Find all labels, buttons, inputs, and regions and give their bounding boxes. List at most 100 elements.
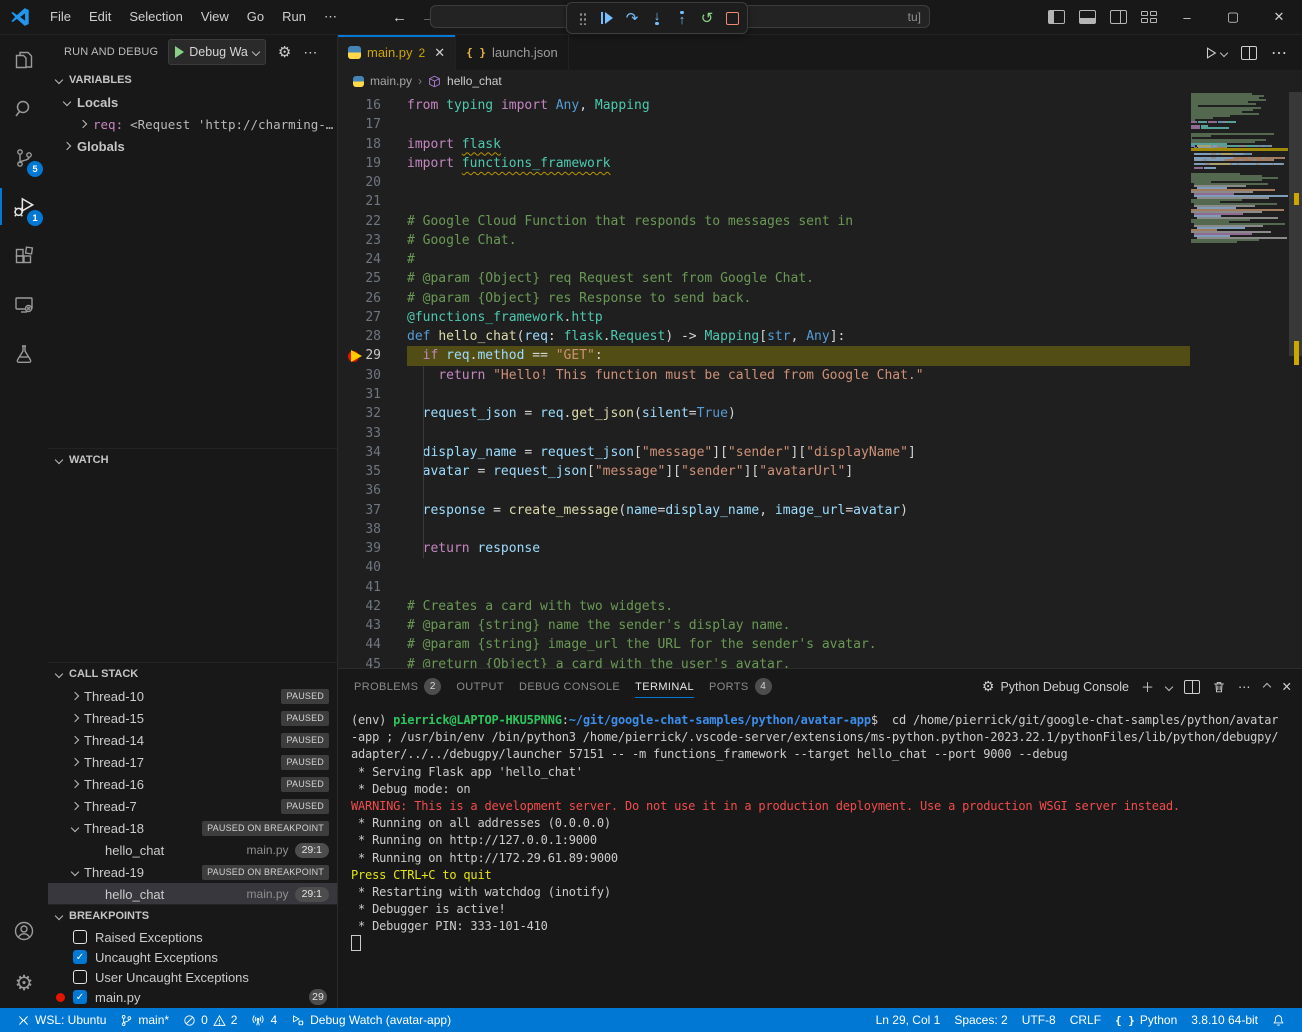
call-stack-thread-row[interactable]: Thread-15PAUSED	[48, 707, 337, 729]
toolbar-grip[interactable]	[572, 8, 592, 28]
breakpoint-row[interactable]: ✓Uncaught Exceptions	[48, 947, 337, 967]
code-line[interactable]: 27@functions_framework.http	[338, 308, 1302, 327]
statusbar-item[interactable]: Debug Watch (avatar-app)	[284, 1008, 458, 1032]
code-line[interactable]: 24#	[338, 250, 1302, 269]
breadcrumb-symbol[interactable]: hello_chat	[447, 74, 502, 88]
activitybar-source-control[interactable]: 5	[0, 133, 48, 182]
variables-scope-row[interactable]: Globals	[48, 135, 337, 157]
panel-tab-ports[interactable]: PORTS4	[709, 669, 772, 704]
breakpoint-checkbox[interactable]: ✓	[73, 990, 87, 1004]
call-stack-thread-row[interactable]: Thread-19PAUSED ON BREAKPOINT	[48, 861, 337, 883]
code-line[interactable]: 31	[338, 385, 1302, 404]
code-line[interactable]: 17	[338, 115, 1302, 134]
code-line[interactable]: 44# @param {string} image_url the URL fo…	[338, 635, 1302, 654]
code-editor[interactable]: 16from typing import Any, Mapping1718imp…	[338, 92, 1302, 668]
breakpoint-row[interactable]: Raised Exceptions	[48, 927, 337, 947]
step-over-button[interactable]: ↷	[622, 8, 642, 28]
menu-item-selection[interactable]: Selection	[120, 9, 191, 25]
statusbar-item[interactable]: Ln 29, Col 1	[869, 1013, 948, 1027]
panel-tab-problems[interactable]: PROBLEMS2	[354, 669, 441, 704]
code-line[interactable]: 39 return response	[338, 539, 1302, 558]
new-terminal-icon[interactable]: ＋	[1141, 677, 1154, 696]
statusbar-item[interactable]: UTF-8	[1015, 1013, 1063, 1027]
tab-main-py[interactable]: main.py 2 ✕	[338, 35, 456, 70]
breakpoint-checkbox[interactable]	[73, 970, 87, 984]
toggle-sidebar-icon[interactable]	[1048, 10, 1065, 24]
activitybar-explorer[interactable]	[0, 35, 48, 84]
close-button[interactable]: ✕	[1256, 0, 1302, 34]
variables-scope-row[interactable]: Locals	[48, 91, 337, 113]
panel-tab-output[interactable]: OUTPUT	[456, 669, 504, 704]
debug-settings-gear-icon[interactable]: ⚙	[278, 43, 291, 61]
call-stack-thread-row[interactable]: Thread-7PAUSED	[48, 795, 337, 817]
code-line[interactable]: 41	[338, 578, 1302, 597]
continue-button[interactable]	[597, 8, 617, 28]
breakpoints-header[interactable]: BREAKPOINTS	[48, 904, 337, 927]
variable-row[interactable]: req:<Request 'http://charming-tro…	[48, 113, 337, 135]
step-out-button[interactable]: ↑	[672, 8, 692, 28]
kill-terminal-trash-icon[interactable]	[1212, 680, 1226, 694]
tab-close-icon[interactable]: ✕	[434, 45, 445, 61]
variables-header[interactable]: VARIABLES	[48, 69, 337, 91]
code-line[interactable]: 43# @param {string} name the sender's di…	[338, 616, 1302, 635]
code-line[interactable]: 34 display_name = request_json["message"…	[338, 443, 1302, 462]
watch-header[interactable]: WATCH	[48, 448, 337, 471]
menu-item-view[interactable]: View	[192, 9, 238, 25]
statusbar-item[interactable]	[1265, 1014, 1292, 1027]
statusbar-item[interactable]: 4	[244, 1008, 284, 1032]
split-editor-icon[interactable]	[1241, 46, 1257, 60]
menu-item-edit[interactable]: Edit	[80, 9, 120, 25]
breakpoint-checkbox[interactable]	[73, 930, 87, 944]
minimize-button[interactable]: –	[1164, 0, 1210, 34]
code-line[interactable]: 35 avatar = request_json["message"]["sen…	[338, 462, 1302, 481]
statusbar-item[interactable]: main*	[113, 1008, 176, 1032]
code-line[interactable]: 16from typing import Any, Mapping	[338, 96, 1302, 115]
code-line[interactable]: 21	[338, 192, 1302, 211]
menu-item-[interactable]: ⋯	[315, 9, 346, 25]
call-stack-frame-row[interactable]: hello_chatmain.py29:1	[48, 883, 337, 904]
activitybar-testing[interactable]	[0, 329, 48, 378]
code-line[interactable]: 23# Google Chat.	[338, 231, 1302, 250]
stop-button[interactable]	[722, 8, 742, 28]
code-line[interactable]: 18import flask	[338, 135, 1302, 154]
back-arrow-icon[interactable]: ←	[392, 9, 407, 26]
menu-item-run[interactable]: Run	[273, 9, 315, 25]
customize-layout-icon[interactable]	[1141, 11, 1157, 24]
code-line[interactable]: 25# @param {Object} req Request sent fro…	[338, 269, 1302, 288]
tab-launch-json[interactable]: { } launch.json	[456, 35, 569, 70]
terminal-dropdown-chevron-icon[interactable]	[1165, 682, 1173, 690]
code-line[interactable]: 38	[338, 520, 1302, 539]
breadcrumb-file[interactable]: main.py	[370, 74, 412, 88]
close-panel-icon[interactable]: ✕	[1282, 679, 1292, 694]
code-line[interactable]: 26# @param {Object} res Response to send…	[338, 289, 1302, 308]
start-debug-icon[interactable]	[175, 46, 184, 58]
terminal-instance-label[interactable]: ⚙ Python Debug Console	[982, 678, 1129, 695]
call-stack-header[interactable]: CALL STACK	[48, 662, 337, 685]
menu-item-file[interactable]: File	[41, 9, 80, 25]
statusbar-item[interactable]: 3.8.10 64-bit	[1184, 1013, 1265, 1027]
panel-tab-debug-console[interactable]: DEBUG CONSOLE	[519, 669, 620, 704]
code-line[interactable]: 33	[338, 424, 1302, 443]
code-line[interactable]: 37 response = create_message(name=displa…	[338, 501, 1302, 520]
code-line[interactable]: 42# Creates a card with two widgets.	[338, 597, 1302, 616]
activitybar-accounts[interactable]	[0, 906, 48, 955]
terminal-output[interactable]: (env) pierrick@LAPTOP-HKU5PNNG:~/git/goo…	[338, 704, 1302, 1008]
restart-button[interactable]: ↺	[697, 8, 717, 28]
code-line[interactable]: 29 if req.method == "GET":	[338, 346, 1302, 365]
call-stack-thread-row[interactable]: Thread-17PAUSED	[48, 751, 337, 773]
code-line[interactable]: 32 request_json = req.get_json(silent=Tr…	[338, 404, 1302, 423]
maximize-panel-icon[interactable]	[1262, 682, 1270, 690]
code-line[interactable]: 30 return "Hello! This function must be …	[338, 366, 1302, 385]
step-into-button[interactable]: ↓	[647, 8, 667, 28]
code-line[interactable]: 40	[338, 558, 1302, 577]
activitybar-run-and-debug[interactable]: 1	[0, 182, 48, 231]
code-line[interactable]: 45# @return {Object} a card with the use…	[338, 655, 1302, 668]
code-line[interactable]: 36	[338, 481, 1302, 500]
code-line[interactable]: 22# Google Cloud Function that responds …	[338, 212, 1302, 231]
statusbar-item[interactable]: Spaces: 2	[947, 1013, 1014, 1027]
statusbar-item[interactable]: WSL: Ubuntu	[10, 1008, 113, 1032]
editor-more-icon[interactable]: ⋯	[1271, 43, 1288, 63]
statusbar-item[interactable]: 02	[176, 1008, 244, 1032]
call-stack-thread-row[interactable]: Thread-14PAUSED	[48, 729, 337, 751]
activitybar-search[interactable]	[0, 84, 48, 133]
